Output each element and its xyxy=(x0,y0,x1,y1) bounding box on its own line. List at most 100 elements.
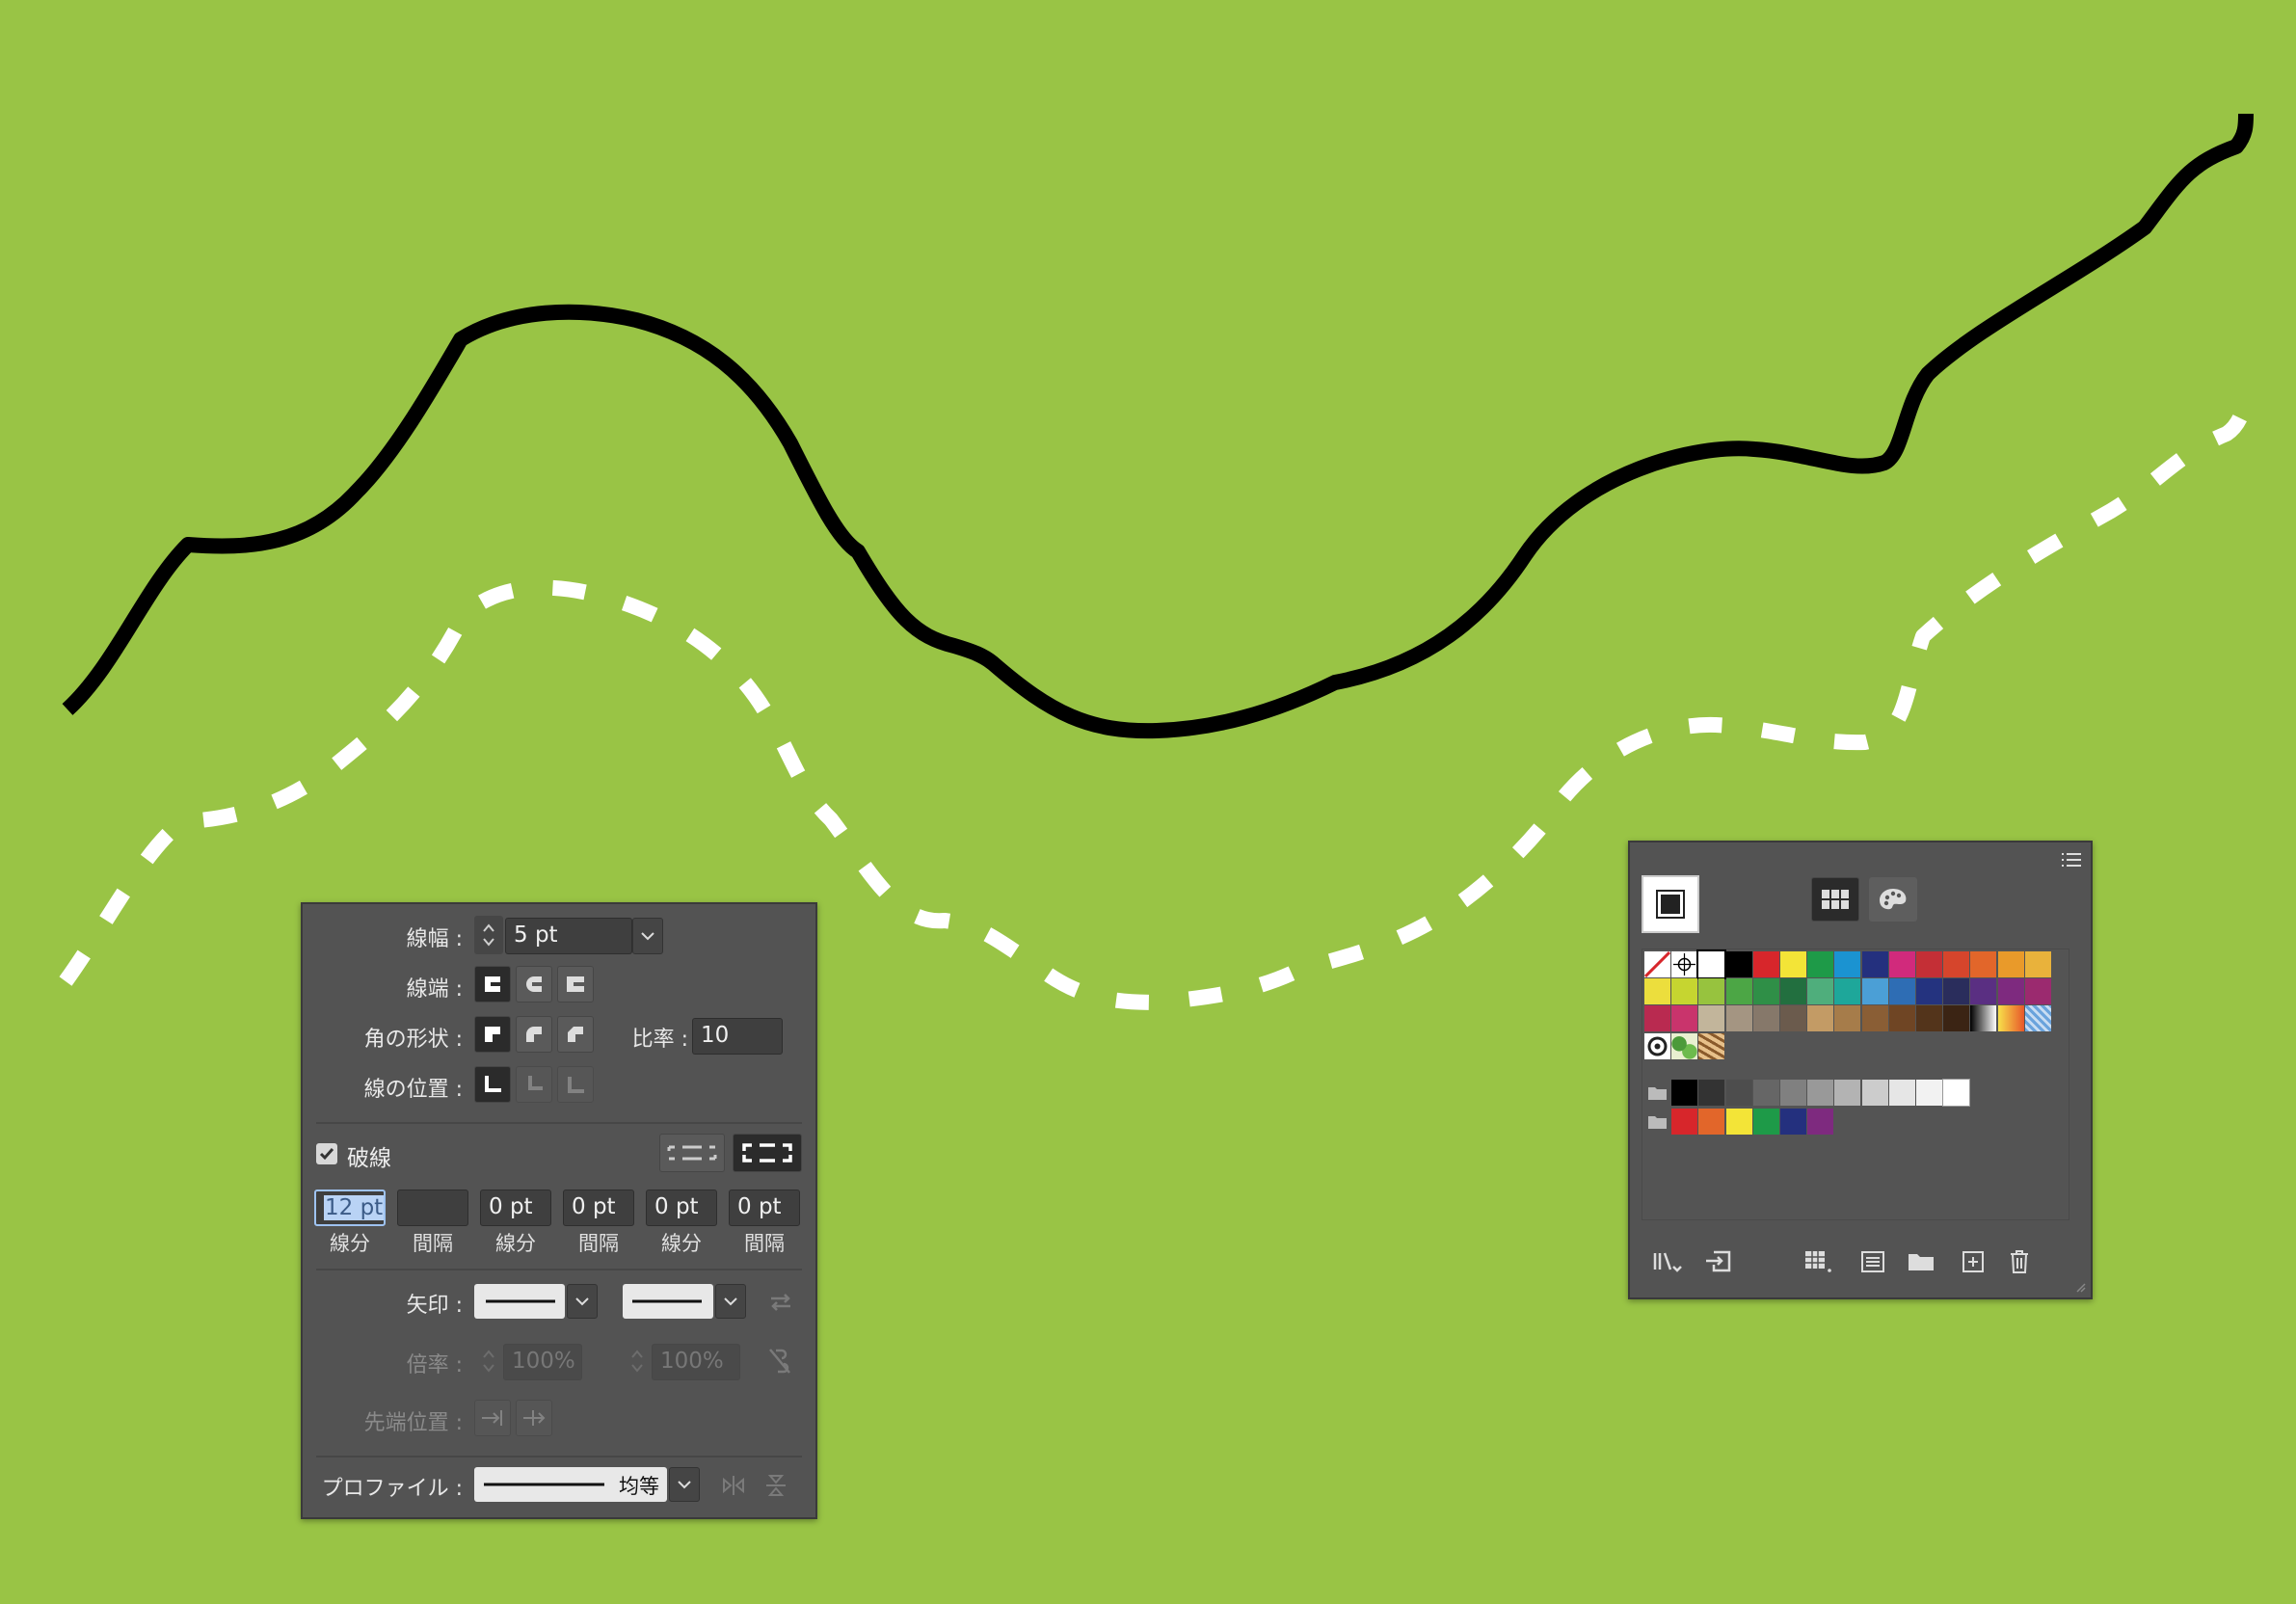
swatch[interactable] xyxy=(2024,951,2051,977)
fill-stroke-indicator[interactable] xyxy=(1642,875,1699,933)
swatch[interactable] xyxy=(1696,949,1727,979)
swatch[interactable] xyxy=(1780,951,1806,977)
gap-1-input[interactable] xyxy=(397,1190,468,1226)
swatch[interactable] xyxy=(1834,1005,1861,1032)
swatch[interactable] xyxy=(1997,978,2024,1005)
swatch[interactable] xyxy=(1780,978,1806,1005)
swatch[interactable] xyxy=(1888,1005,1915,1032)
swatch[interactable] xyxy=(1807,978,1834,1005)
grays-group-swatch[interactable] xyxy=(1671,1080,1698,1106)
swatch[interactable] xyxy=(1671,1005,1698,1032)
swatch-kinds-menu-button[interactable] xyxy=(1800,1247,1838,1276)
colors-group-swatch[interactable] xyxy=(1698,1109,1725,1136)
align-inside-button[interactable] xyxy=(516,1066,552,1103)
swatch[interactable] xyxy=(1671,978,1698,1005)
swatch[interactable] xyxy=(1725,1005,1752,1032)
projecting-cap-button[interactable] xyxy=(557,966,594,1002)
swatch[interactable] xyxy=(1698,978,1725,1005)
link-scale-button[interactable] xyxy=(763,1344,796,1378)
profile-select[interactable]: 均等 xyxy=(474,1467,667,1502)
swatch[interactable] xyxy=(1916,978,1942,1005)
align-center-button[interactable] xyxy=(474,1066,511,1103)
flip-along-button[interactable] xyxy=(717,1471,750,1500)
start-arrowhead-dropdown[interactable] xyxy=(567,1284,598,1319)
colors-group-swatch[interactable] xyxy=(1780,1109,1806,1136)
swatch[interactable] xyxy=(1943,978,1970,1005)
delete-swatch-button[interactable] xyxy=(2000,1247,2039,1276)
swatch[interactable] xyxy=(1644,978,1670,1005)
swatch[interactable] xyxy=(1752,951,1779,977)
preserve-dash-button[interactable] xyxy=(659,1134,725,1172)
grays-group-swatch[interactable] xyxy=(1942,1079,1971,1107)
swatch[interactable] xyxy=(2024,1005,2051,1032)
weight-stepper[interactable] xyxy=(474,916,503,954)
grays-group-swatch[interactable] xyxy=(1780,1080,1806,1106)
extend-arrow-tip-button[interactable] xyxy=(474,1400,511,1436)
swatch[interactable] xyxy=(1861,978,1888,1005)
panel-menu-button[interactable] xyxy=(2058,848,2085,871)
swatch[interactable] xyxy=(1698,1032,1725,1059)
grays-group-swatch[interactable] xyxy=(1916,1080,1942,1106)
grays-group-swatch[interactable] xyxy=(1834,1080,1861,1106)
start-scale-input[interactable]: 100% xyxy=(503,1344,582,1380)
swatch[interactable] xyxy=(1671,1032,1698,1059)
swatch[interactable] xyxy=(1943,951,1970,977)
start-arrowhead-select[interactable] xyxy=(474,1284,565,1319)
grays-group-swatch[interactable] xyxy=(1698,1080,1725,1106)
butt-cap-button[interactable] xyxy=(474,966,511,1002)
swatch-options-button[interactable] xyxy=(1854,1247,1892,1276)
place-arrow-tip-button[interactable] xyxy=(516,1400,552,1436)
swatch[interactable] xyxy=(1807,1005,1834,1032)
swatch[interactable] xyxy=(1888,951,1915,977)
new-swatch-button[interactable] xyxy=(1954,1247,1992,1276)
swatch[interactable] xyxy=(1807,951,1834,977)
swatch[interactable] xyxy=(1834,978,1861,1005)
swatch[interactable] xyxy=(1916,951,1942,977)
dashed-checkbox[interactable] xyxy=(316,1143,337,1164)
swatch[interactable] xyxy=(1834,951,1861,977)
swatch[interactable] xyxy=(1943,1005,1970,1032)
swatch[interactable] xyxy=(1861,951,1888,977)
end-scale-input[interactable]: 100% xyxy=(652,1344,740,1380)
flip-across-button[interactable] xyxy=(760,1471,792,1500)
grays-group-swatch[interactable] xyxy=(1752,1080,1779,1106)
swatch[interactable] xyxy=(1752,1005,1779,1032)
swatch[interactable] xyxy=(1725,951,1752,977)
grays-group-swatch[interactable] xyxy=(1807,1080,1834,1106)
align-outside-button[interactable] xyxy=(557,1066,594,1103)
grays-group-swatch[interactable] xyxy=(1861,1080,1888,1106)
miter-ratio-input[interactable]: 10 xyxy=(692,1018,783,1055)
dash-2-input[interactable]: 0 pt xyxy=(480,1190,551,1226)
place-swatch-button[interactable] xyxy=(1699,1247,1738,1276)
colors-group-swatch[interactable] xyxy=(1752,1109,1779,1136)
swatch[interactable] xyxy=(1644,1032,1670,1059)
swatch-libraries-button[interactable] xyxy=(1649,1247,1688,1276)
swatch[interactable] xyxy=(1916,1005,1942,1032)
swatch[interactable] xyxy=(1698,1005,1725,1032)
grays-group-folder-icon[interactable] xyxy=(1644,1080,1670,1106)
swatch[interactable] xyxy=(1780,1005,1806,1032)
colors-group-swatch[interactable] xyxy=(1807,1109,1834,1136)
colors-group-swatch[interactable] xyxy=(1671,1109,1698,1136)
swatch[interactable] xyxy=(1888,978,1915,1005)
bevel-join-button[interactable] xyxy=(557,1016,594,1053)
resize-grip[interactable] xyxy=(2073,1280,2087,1294)
new-color-group-button[interactable] xyxy=(1902,1247,1940,1276)
profile-dropdown[interactable] xyxy=(669,1467,700,1502)
swatch[interactable] xyxy=(1997,1005,2024,1032)
round-join-button[interactable] xyxy=(516,1016,552,1053)
weight-dropdown-button[interactable] xyxy=(632,918,663,954)
swatch[interactable] xyxy=(2024,978,2051,1005)
colors-group-swatch[interactable] xyxy=(1725,1109,1752,1136)
colors-group-folder-icon[interactable] xyxy=(1644,1109,1670,1135)
round-cap-button[interactable] xyxy=(516,966,552,1002)
swatch[interactable] xyxy=(1725,978,1752,1005)
stroke-weight-input[interactable]: 5 pt xyxy=(505,918,632,954)
grays-group-swatch[interactable] xyxy=(1725,1080,1752,1106)
swatch[interactable] xyxy=(1997,951,2024,977)
grays-group-swatch[interactable] xyxy=(1888,1080,1915,1106)
swatch[interactable] xyxy=(1643,950,1671,978)
swatch[interactable] xyxy=(1970,951,1997,977)
swatch[interactable] xyxy=(1644,1005,1670,1032)
swatch[interactable] xyxy=(1861,1005,1888,1032)
